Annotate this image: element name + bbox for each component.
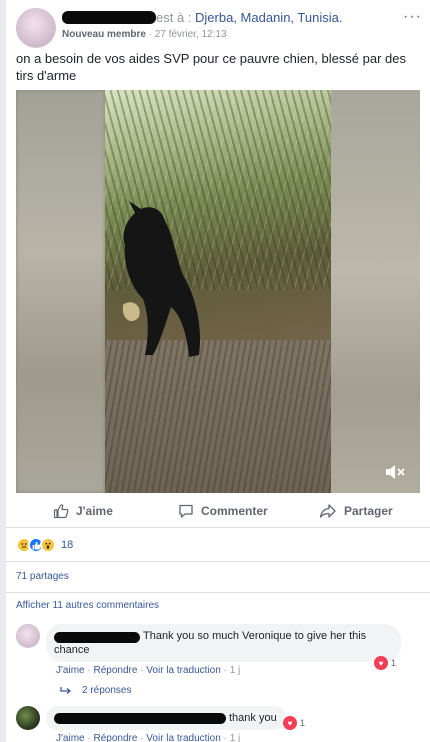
comment-time[interactable]: 1 j	[230, 665, 241, 676]
dog-figure	[122, 201, 201, 357]
commenter-avatar[interactable]	[16, 624, 40, 648]
post-text: on a besoin de vos aides SVP pour ce pau…	[16, 51, 407, 83]
comment-label: Commenter	[201, 504, 268, 518]
divider	[6, 592, 430, 593]
comment-bubble: thank you	[46, 706, 286, 730]
divider	[6, 561, 430, 562]
wow-reaction-icon	[40, 537, 56, 553]
heart-icon: ♥	[283, 716, 297, 730]
see-translation-link[interactable]: Voir la traduction	[146, 733, 221, 742]
reaction-count[interactable]: 18	[61, 539, 73, 551]
at-text: est à :	[156, 10, 196, 25]
separator-dot: ·	[137, 733, 147, 742]
comment-like-link[interactable]: J'aime	[56, 665, 85, 676]
reply-arrow-icon	[60, 686, 72, 694]
comment-reaction-count: 1	[391, 658, 397, 668]
location-link[interactable]: Djerba, Madanin, Tunisia.	[195, 10, 342, 25]
comment-text: thank you	[229, 712, 277, 724]
view-more-comments-link[interactable]: Afficher 11 autres commentaires	[16, 600, 159, 611]
shares-count[interactable]: 71 partages	[16, 571, 69, 582]
share-arrow-icon	[319, 504, 336, 518]
author-avatar[interactable]	[16, 8, 56, 48]
share-label: Partager	[344, 504, 393, 518]
video-ground	[105, 340, 331, 493]
member-badge: Nouveau membre	[62, 29, 146, 40]
video-player[interactable]	[16, 90, 420, 493]
comment-icon	[179, 504, 193, 518]
separator-dot: ·	[220, 733, 230, 742]
comment-reply-link[interactable]: Répondre	[93, 733, 137, 742]
comment-text: Thank you so much Veronique to give her …	[54, 630, 367, 656]
comment-reply-link[interactable]: Répondre	[93, 665, 137, 676]
heart-icon: ♥	[374, 656, 388, 670]
post-date[interactable]: · 27 février, 12:13	[146, 29, 227, 40]
post-header: est à : Djerba, Madanin, Tunisia.	[156, 10, 342, 25]
view-replies-link[interactable]: 2 réponses	[60, 685, 131, 696]
comment-button[interactable]: Commenter	[178, 502, 268, 520]
commenter-avatar[interactable]	[16, 706, 40, 730]
comment-like-link[interactable]: J'aime	[56, 733, 85, 742]
video-blur-right	[331, 90, 420, 493]
comment-reactions[interactable]: ♥ 1	[283, 716, 305, 730]
like-button[interactable]: J'aime	[53, 502, 113, 520]
reactions-summary[interactable]: 18	[16, 537, 73, 553]
see-translation-link[interactable]: Voir la traduction	[146, 665, 221, 676]
thumbs-up-icon	[53, 504, 69, 519]
redacted-author-name	[62, 11, 156, 24]
separator-dot: ·	[220, 665, 230, 676]
comment-time[interactable]: 1 j	[230, 733, 241, 742]
comment-bubble: Thank you so much Veronique to give her …	[46, 624, 401, 662]
like-label: J'aime	[76, 504, 113, 518]
comment-reactions[interactable]: ♥ 1	[374, 656, 396, 670]
mute-icon[interactable]	[384, 463, 406, 481]
more-options-icon[interactable]: ···	[403, 8, 422, 26]
replies-count: 2 réponses	[82, 685, 132, 696]
post-card: est à : Djerba, Madanin, Tunisia. Nouvea…	[6, 0, 430, 742]
separator-dot: ·	[137, 665, 147, 676]
video-frame	[105, 90, 331, 493]
share-button[interactable]: Partager	[319, 502, 393, 520]
comment-actions: J'aime · Répondre · Voir la traduction ·…	[56, 733, 240, 742]
action-bar: J'aime Commenter Partager	[6, 496, 430, 526]
comment-reaction-count: 1	[300, 718, 306, 728]
redacted-commenter-name	[54, 713, 226, 724]
divider	[6, 527, 430, 528]
video-blur-left	[16, 90, 105, 493]
comment-actions: J'aime · Répondre · Voir la traduction ·…	[56, 665, 240, 676]
post-meta: Nouveau membre · 27 février, 12:13	[62, 29, 227, 40]
